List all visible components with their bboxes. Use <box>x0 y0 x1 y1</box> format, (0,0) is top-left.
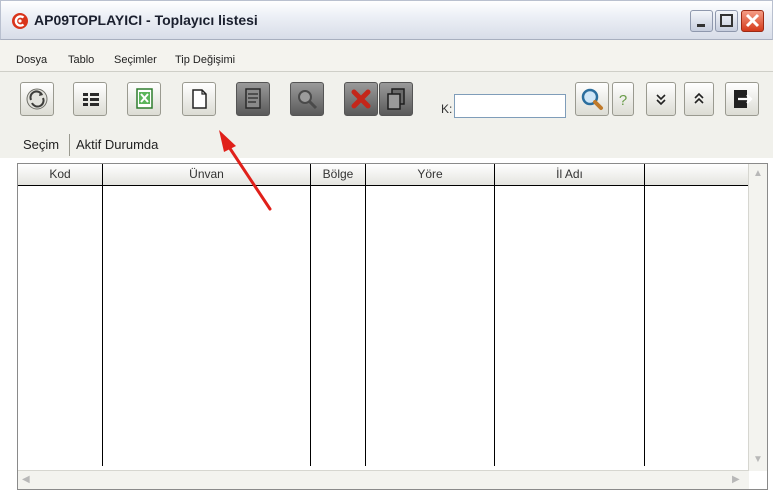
app-window: AP09TOPLAYICI - Toplayıcı listesi Dosya … <box>0 0 773 501</box>
annotation-arrow <box>219 130 272 211</box>
